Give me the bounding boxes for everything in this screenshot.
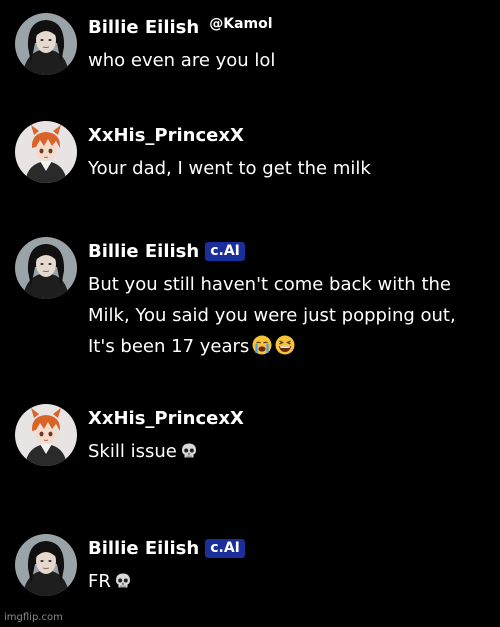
author-name[interactable]: Billie Eilish — [88, 17, 199, 38]
message-text: Skill issue — [88, 436, 480, 470]
message-header: Billie Eilish c.AI — [88, 534, 245, 562]
author-name[interactable]: Billie Eilish — [88, 241, 199, 262]
message-body: Your dad, I went to get the milk — [88, 158, 371, 179]
message-header: Billie Eilish @Kamol — [88, 13, 273, 41]
avatar[interactable] — [15, 237, 77, 299]
message-text: But you still haven't come back with the… — [88, 269, 480, 365]
message-text: FR — [88, 566, 480, 600]
message-body: FR — [88, 571, 111, 592]
message-header: XxHis_PrincexX — [88, 121, 244, 149]
message-text: who even are you lol — [88, 45, 480, 76]
message-body: Skill issue — [88, 441, 177, 462]
cai-badge: c.AI — [205, 241, 245, 261]
author-name[interactable]: XxHis_PrincexX — [88, 125, 244, 146]
billie-avatar-icon — [15, 237, 77, 299]
anime-boy-avatar-icon — [15, 404, 77, 466]
grinning-squinting-face-emoji-icon — [275, 334, 295, 365]
author-name[interactable]: Billie Eilish — [88, 538, 199, 559]
loudly-crying-face-emoji-icon — [252, 334, 272, 365]
avatar[interactable] — [15, 121, 77, 183]
avatar[interactable] — [15, 404, 77, 466]
message-text: Your dad, I went to get the milk — [88, 153, 480, 184]
billie-avatar-icon — [15, 534, 77, 596]
billie-avatar-icon — [15, 13, 77, 75]
message-header: XxHis_PrincexX — [88, 404, 244, 432]
anime-boy-avatar-icon — [15, 121, 77, 183]
skull-emoji-icon — [180, 439, 198, 470]
skull-emoji-icon — [114, 569, 132, 600]
avatar[interactable] — [15, 13, 77, 75]
avatar[interactable] — [15, 534, 77, 596]
author-name[interactable]: XxHis_PrincexX — [88, 408, 244, 429]
message-body: who even are you lol — [88, 50, 276, 71]
message-header: Billie Eilish c.AI — [88, 237, 245, 265]
cai-badge: c.AI — [205, 538, 245, 558]
creator-handle[interactable]: @Kamol — [209, 16, 272, 32]
imgflip-watermark: imgflip.com — [4, 612, 63, 623]
